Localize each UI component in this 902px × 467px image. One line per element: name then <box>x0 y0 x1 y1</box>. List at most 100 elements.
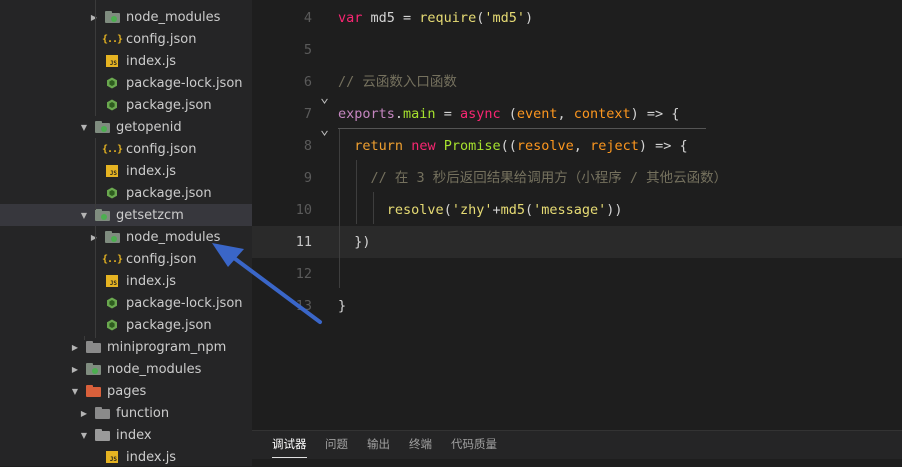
tree-item[interactable]: ▶package-lock.json <box>0 72 252 94</box>
tree-item[interactable]: ▶ miniprogram_npm <box>0 336 252 358</box>
tree-item[interactable]: ▶package.json <box>0 314 252 336</box>
indent-guide <box>84 336 85 340</box>
line-number: 7 <box>303 106 312 122</box>
chevron-right-icon[interactable]: ▶ <box>89 6 99 28</box>
bottom-panel: 调试器 问题 输出 终端 代码质量 <box>252 430 902 467</box>
tree-item[interactable]: ▶JSindex.js <box>0 270 252 292</box>
line-number: 8 <box>303 138 312 154</box>
fold-chevron-icon[interactable]: ⌄ <box>320 120 329 138</box>
chevron-right-icon[interactable]: ▶ <box>79 402 89 424</box>
tree-item-label: package-lock.json <box>126 295 243 311</box>
tree-item-label: pages <box>107 383 147 399</box>
code-line[interactable]: 10 resolve('zhy'+md5('message')) <box>252 194 902 226</box>
folder-node-icon <box>104 229 120 245</box>
panel-tab[interactable]: 代码质量 <box>451 431 497 457</box>
tree-item[interactable]: ▶{..}config.json <box>0 248 252 270</box>
folder-node-icon <box>85 361 101 377</box>
tree-item-label: node_modules <box>107 361 202 377</box>
code-line[interactable]: 4 var md5 = require('md5') <box>252 2 902 34</box>
code-text: return new Promise((resolve, reject) => … <box>354 138 688 154</box>
json-file-icon: {..} <box>101 33 123 45</box>
code-text: exports.main = async (event, context) =>… <box>338 106 680 122</box>
line-number: 12 <box>295 266 312 282</box>
tree-item[interactable]: ▶JSindex.js <box>0 446 252 466</box>
tree-item-label: miniprogram_npm <box>107 339 227 355</box>
line-number: 5 <box>303 42 312 58</box>
tree-item[interactable]: ▶JSindex.js <box>0 50 252 72</box>
tree-item-label: package-lock.json <box>126 75 243 91</box>
code-line[interactable]: 11 }) <box>252 226 902 258</box>
tree-item-label: getopenid <box>116 119 182 135</box>
chevron-down-icon[interactable]: ▼ <box>70 380 80 402</box>
tree-item-label: package.json <box>126 185 212 201</box>
tree-item[interactable]: ▶ node_modules <box>0 226 252 248</box>
panel-tab[interactable]: 调试器 <box>272 431 307 458</box>
indent-guide <box>95 226 96 338</box>
tree-item[interactable]: ▶package-lock.json <box>0 292 252 314</box>
fold-chevron-icon[interactable]: ⌄ <box>320 88 329 106</box>
tree-item[interactable]: ▼ getsetzcm <box>0 204 252 226</box>
indent-guide <box>339 128 340 288</box>
json-file-icon: {..} <box>101 143 123 155</box>
tree-item-label: index <box>116 427 152 443</box>
chevron-right-icon[interactable]: ▶ <box>70 358 80 380</box>
folder-cloud-icon <box>94 119 110 135</box>
indent-guide <box>95 0 96 116</box>
tree-item[interactable]: ▼ pages <box>0 380 252 402</box>
tree-item[interactable]: ▶{..}config.json <box>0 28 252 50</box>
chevron-down-icon[interactable]: ▼ <box>79 116 89 138</box>
tree-item-label: config.json <box>126 31 197 47</box>
js-file-icon: JS <box>104 273 120 289</box>
tree-item[interactable]: ▶ node_modules <box>0 6 252 28</box>
line-number: 11 <box>295 234 312 250</box>
code-text: var md5 = require('md5') <box>338 10 534 26</box>
folder-node-icon <box>104 9 120 25</box>
tree-item-label: index.js <box>126 449 177 465</box>
json-file-icon: {..} <box>101 253 123 265</box>
tree-item-label: index.js <box>126 163 177 179</box>
panel-tab[interactable]: 终端 <box>409 431 432 457</box>
code-editor[interactable]: 4 var md5 = require('md5') 5 6 // 云函数入口函数 7 ex… <box>252 0 902 430</box>
line-number: 10 <box>295 202 312 218</box>
panel-tab[interactable]: 问题 <box>325 431 348 457</box>
code-line[interactable]: 6 // 云函数入口函数 <box>252 66 902 98</box>
folder-open-icon <box>94 427 110 443</box>
tree-item-label: index.js <box>126 273 177 289</box>
line-number: 4 <box>303 10 312 26</box>
code-text: // 在 3 秒后返回结果给调用方（小程序 / 其他云函数） <box>370 170 728 186</box>
tree-item-label: node_modules <box>126 9 221 25</box>
tree-item-label: getsetzcm <box>116 207 184 223</box>
code-line[interactable]: 7 exports.main = async (event, context) =… <box>252 98 902 130</box>
code-line[interactable]: 9 // 在 3 秒后返回结果给调用方（小程序 / 其他云函数） <box>252 162 902 194</box>
chevron-down-icon[interactable]: ▼ <box>79 204 89 226</box>
js-file-icon: JS <box>104 163 120 179</box>
folder-icon <box>94 405 110 421</box>
tree-item[interactable]: ▶package.json <box>0 94 252 116</box>
js-file-icon: JS <box>104 449 120 465</box>
tree-item[interactable]: ▶{..}config.json <box>0 138 252 160</box>
tree-item-label: function <box>116 405 170 421</box>
chevron-down-icon[interactable]: ▼ <box>79 424 89 446</box>
folder-icon <box>85 339 101 355</box>
tree-item[interactable]: ▶package.json <box>0 182 252 204</box>
tree-item-label: config.json <box>126 141 197 157</box>
folder-pages-icon <box>85 383 101 399</box>
code-line[interactable]: 12 <box>252 258 902 290</box>
tree-item-label: node_modules <box>126 229 221 245</box>
chevron-right-icon[interactable]: ▶ <box>70 336 80 358</box>
tree-item[interactable]: ▼ index <box>0 424 252 446</box>
chevron-right-icon[interactable]: ▶ <box>89 226 99 248</box>
tree-item[interactable]: ▶ function <box>0 402 252 424</box>
tree-item[interactable]: ▶JSindex.js <box>0 160 252 182</box>
npm-package-icon <box>104 295 120 311</box>
code-line[interactable]: 5 <box>252 34 902 66</box>
panel-tab[interactable]: 输出 <box>367 431 390 457</box>
indent-guide <box>356 160 357 224</box>
tree-item[interactable]: ▶ node_modules <box>0 358 252 380</box>
tree-item[interactable]: ▼ getopenid <box>0 116 252 138</box>
code-text: // 云函数入口函数 <box>338 74 457 90</box>
code-line[interactable]: 13} <box>252 290 902 322</box>
line-number: 13 <box>295 298 312 314</box>
code-line[interactable]: 8 return new Promise((resolve, reject) =… <box>252 130 902 162</box>
code-text: }) <box>338 234 371 250</box>
